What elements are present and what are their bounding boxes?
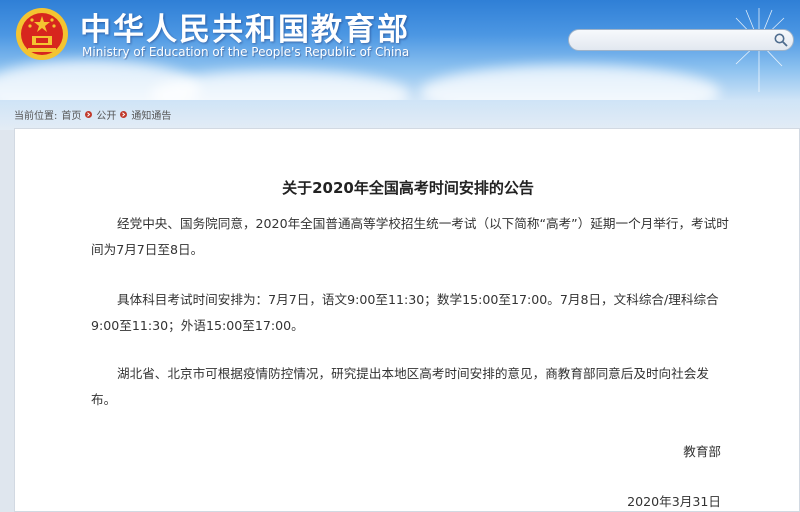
breadcrumb: 当前位置: 首页 公开 通知通告 — [14, 107, 171, 122]
site-subtitle: Ministry of Education of the People's Re… — [82, 45, 410, 59]
article-paragraph: 湖北省、北京市可根据疫情防控情况，研究提出本地区高考时间安排的意见，商教育部同意… — [91, 366, 709, 407]
article-container: 关于2020年全国高考时间安排的公告 经党中央、国务院同意，2020年全国普通高… — [14, 128, 800, 512]
cloud-decoration — [420, 65, 720, 100]
site-title[interactable]: 中华人民共和国教育部 — [80, 4, 410, 49]
search-icon[interactable] — [773, 32, 789, 48]
chevron-right-icon — [120, 111, 128, 118]
breadcrumb-label: 当前位置: — [14, 111, 58, 122]
breadcrumb-home[interactable]: 首页 — [61, 107, 81, 122]
breadcrumb-notices[interactable]: 通知通告 — [131, 107, 171, 122]
article-title: 关于2020年全国高考时间安排的公告 — [282, 179, 534, 197]
article-paragraph: 经党中央、国务院同意，2020年全国普通高等学校招生统一考试（以下简称“高考”）… — [91, 216, 729, 257]
breadcrumb-public[interactable]: 公开 — [96, 107, 116, 122]
search-input[interactable] — [568, 29, 794, 51]
national-emblem-icon — [16, 8, 68, 60]
cloud-decoration — [150, 70, 410, 100]
chevron-right-icon — [85, 111, 93, 118]
article-date: 2020年3月31日 — [627, 494, 721, 509]
site-banner: 中华人民共和国教育部 Ministry of Education of the … — [0, 0, 800, 100]
article-signature: 教育部 — [683, 444, 721, 459]
article-paragraph: 具体科目考试时间安排为：7月7日，语文9:00至11:30；数学15:00至17… — [91, 292, 719, 333]
